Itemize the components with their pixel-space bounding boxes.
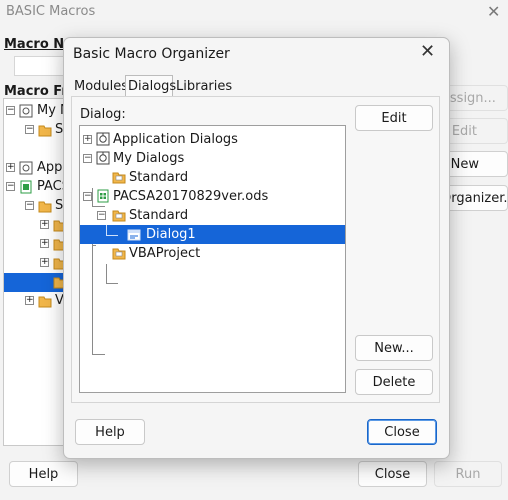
collapse-icon[interactable]: − <box>83 154 92 163</box>
delete-button[interactable]: Delete <box>355 369 433 395</box>
new-button[interactable]: New <box>440 151 508 177</box>
tree-item[interactable]: + <box>4 216 66 235</box>
close-icon[interactable]: ✕ <box>420 41 435 62</box>
collapse-icon[interactable]: − <box>97 211 106 220</box>
expand-icon[interactable]: + <box>40 220 49 229</box>
folder-icon <box>38 125 52 137</box>
close-button[interactable]: Close <box>358 461 427 487</box>
library-icon <box>96 151 110 165</box>
run-button[interactable]: Run <box>434 461 502 487</box>
expand-icon[interactable]: + <box>40 258 49 267</box>
tree-connector <box>106 235 118 236</box>
tree-item[interactable]: + V <box>4 292 66 311</box>
tree-item-application-dialogs[interactable]: + Application Dialogs <box>80 130 345 149</box>
dialog-list-label: Dialog: <box>80 107 126 122</box>
tree-item-standard[interactable]: − Standard <box>80 206 345 225</box>
new-button[interactable]: New... <box>355 335 433 361</box>
macro-organizer-dialog: Basic Macro Organizer ✕ Modules Dialogs … <box>63 37 450 459</box>
help-button[interactable]: Help <box>75 419 145 445</box>
folder-icon <box>112 172 126 184</box>
tree-item-my-dialogs[interactable]: − My Dialogs <box>80 149 345 168</box>
folder-icon <box>38 201 52 213</box>
expand-icon[interactable]: + <box>25 296 34 305</box>
folder-icon <box>112 248 126 260</box>
tree-connector <box>106 225 107 235</box>
tree-connector <box>106 283 118 284</box>
dialog-tree[interactable]: + Application Dialogs − My Dialogs Stand… <box>79 125 346 393</box>
library-icon <box>19 161 33 175</box>
tree-item-dialog1[interactable]: Dialog1 <box>80 225 345 244</box>
edit-button[interactable]: Edit <box>440 118 508 144</box>
expand-icon[interactable]: + <box>40 239 49 248</box>
tree-item-document[interactable]: − PACSA20170829ver.ods <box>80 187 345 206</box>
dialog-icon <box>127 229 141 241</box>
tree-connector <box>106 264 107 283</box>
tab-modules[interactable]: Modules <box>72 77 128 97</box>
folder-icon <box>38 296 52 308</box>
tree-item[interactable]: − My M <box>4 102 66 121</box>
window-title: BASIC Macros <box>6 4 96 19</box>
tree-item-selected[interactable] <box>4 273 66 292</box>
close-button[interactable]: Close <box>367 419 437 445</box>
tab-libraries[interactable]: Libraries <box>174 77 232 97</box>
tree-item[interactable]: + Appl <box>4 159 66 178</box>
expand-icon[interactable]: − <box>25 125 34 134</box>
expand-icon[interactable]: − <box>25 201 34 210</box>
spreadsheet-icon <box>97 189 109 203</box>
expand-icon[interactable]: − <box>6 182 15 191</box>
dialogs-panel: Dialog: + Application Dialogs − My Dialo… <box>71 96 440 403</box>
expand-icon[interactable]: + <box>6 163 15 172</box>
spreadsheet-icon <box>20 180 32 194</box>
tree-item[interactable]: + <box>4 235 66 254</box>
dialog-title: Basic Macro Organizer <box>73 46 230 62</box>
tree-connector <box>92 354 105 355</box>
tree-item[interactable]: − PACS <box>4 178 66 197</box>
tree-item-standard[interactable]: Standard <box>80 168 345 187</box>
macro-from-tree[interactable]: − My M − S + Appl − PACS − S + + <box>3 98 66 446</box>
expand-icon[interactable]: + <box>83 135 92 144</box>
assign-button[interactable]: Assign... <box>440 85 508 111</box>
tree-item[interactable]: + <box>4 254 66 273</box>
help-button[interactable]: Help <box>9 461 78 487</box>
collapse-icon[interactable]: − <box>83 192 92 201</box>
library-icon <box>96 132 110 146</box>
organizer-button[interactable]: Organizer... <box>440 185 508 211</box>
tree-item-vbaproject[interactable]: VBAProject <box>80 244 345 263</box>
close-icon[interactable]: ✕ <box>487 2 500 21</box>
tree-item[interactable]: − S <box>4 197 66 216</box>
expand-icon[interactable]: − <box>6 106 15 115</box>
tab-dialogs[interactable]: Dialogs <box>125 75 176 98</box>
folder-icon <box>112 210 126 222</box>
edit-button[interactable]: Edit <box>355 105 433 131</box>
library-icon <box>19 104 33 118</box>
tree-item[interactable]: − S <box>4 121 66 140</box>
